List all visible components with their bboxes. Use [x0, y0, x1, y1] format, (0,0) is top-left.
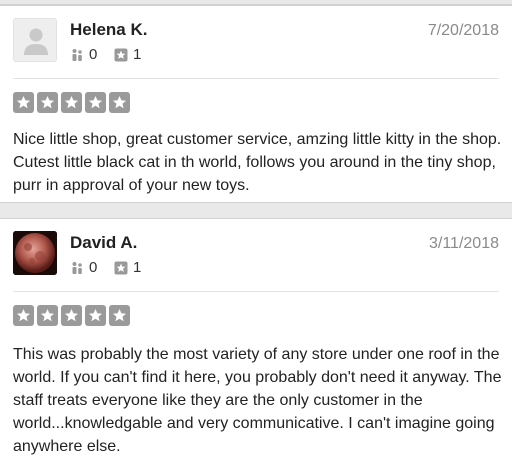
star-icon	[61, 92, 82, 113]
review-date: 7/20/2018	[427, 22, 499, 39]
star-icon	[13, 305, 34, 326]
review-card: David A. 3/11/2018 0 1 This was probably…	[0, 218, 512, 462]
friends-icon	[72, 261, 82, 274]
star-rating	[13, 305, 133, 326]
star-icon	[109, 305, 130, 326]
star-icon	[13, 92, 34, 113]
star-icon	[85, 305, 106, 326]
divider	[13, 78, 499, 79]
star-icon	[37, 92, 58, 113]
reviews-count: 1	[114, 46, 141, 63]
friends-icon	[72, 48, 82, 61]
reviews-count-value: 1	[133, 259, 142, 276]
reviews-count: 1	[114, 259, 141, 276]
star-icon	[61, 305, 82, 326]
moon-photo	[13, 231, 57, 275]
reviewer-name[interactable]: Helena K.	[70, 20, 147, 40]
review-star-icon	[114, 48, 128, 61]
review-text: This was probably the most variety of an…	[13, 346, 502, 455]
avatar[interactable]	[13, 18, 57, 62]
star-icon	[37, 305, 58, 326]
reviewer-name[interactable]: David A.	[70, 233, 137, 253]
avatar[interactable]	[13, 231, 57, 275]
review-date: 3/11/2018	[429, 235, 499, 252]
friends-count: 0	[70, 259, 97, 276]
reviews-count-value: 1	[133, 46, 142, 63]
star-icon	[85, 92, 106, 113]
friends-count-value: 0	[89, 259, 98, 276]
friends-count-value: 0	[89, 46, 98, 63]
star-icon	[109, 92, 130, 113]
star-rating	[13, 92, 133, 113]
default-user-icon	[24, 28, 48, 55]
review-star-icon	[114, 261, 128, 274]
review-text: Nice little shop, great customer service…	[13, 131, 502, 194]
friends-count: 0	[70, 46, 97, 63]
divider	[13, 291, 499, 292]
review-card: Helena K. 7/20/2018 0 1 Nice little shop…	[0, 5, 512, 203]
